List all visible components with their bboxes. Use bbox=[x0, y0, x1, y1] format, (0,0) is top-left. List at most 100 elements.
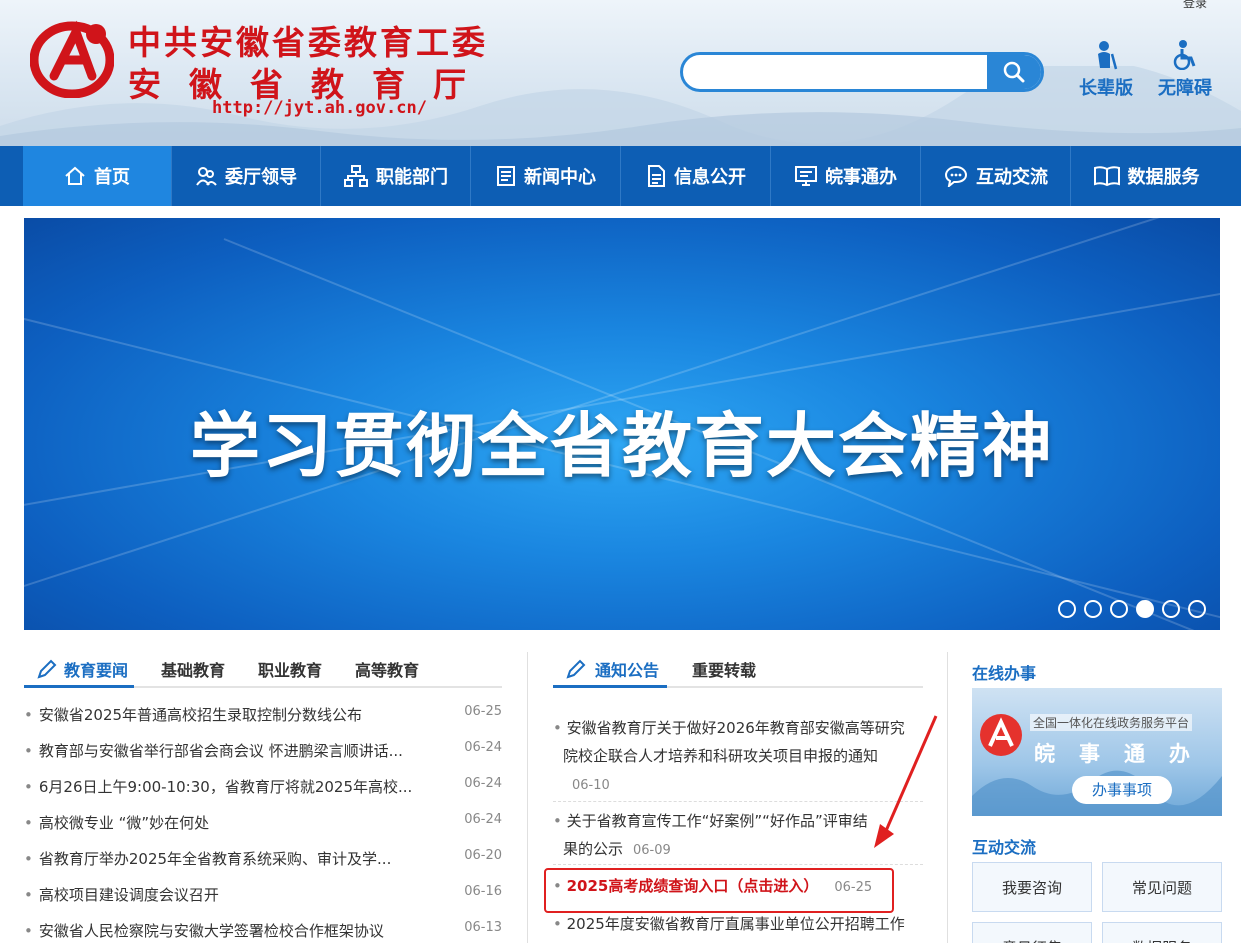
notice-title: 关于省教育宣传工作“好案例”“好作品”评审结 bbox=[566, 812, 868, 830]
news-item[interactable]: • 高校项目建设调度会议召开 06-16 bbox=[24, 884, 502, 905]
monitor-icon bbox=[795, 166, 817, 186]
service-platform-label: 全国一体化在线政务服务平台 bbox=[1030, 714, 1193, 731]
search-button[interactable] bbox=[987, 55, 1041, 89]
carousel-dot[interactable] bbox=[1084, 600, 1102, 618]
tab-higher-education[interactable]: 高等教育 bbox=[355, 657, 419, 681]
nav-interaction[interactable]: 互动交流 bbox=[922, 146, 1071, 206]
news-date: 06-25 bbox=[464, 704, 502, 719]
news-date: 06-20 bbox=[464, 848, 502, 863]
elder-mode-button[interactable]: 长辈版 bbox=[1074, 40, 1138, 100]
carousel-dot[interactable] bbox=[1110, 600, 1128, 618]
tab-notices[interactable]: 通知公告 bbox=[595, 657, 659, 681]
news-icon bbox=[497, 166, 515, 186]
news-item[interactable]: • 高校微专业 “微”妙在何处 06-24 bbox=[24, 812, 502, 833]
active-tab-underline bbox=[553, 685, 667, 688]
nav-leaders-label: 委厅领导 bbox=[225, 167, 297, 188]
search-icon bbox=[1003, 61, 1025, 83]
news-title: 高校微专业 “微”妙在何处 bbox=[38, 814, 210, 832]
nav-wanshitong[interactable]: 皖事通办 bbox=[772, 146, 921, 206]
interaction-title: 互动交流 bbox=[972, 838, 1037, 857]
news-date: 06-24 bbox=[464, 740, 502, 755]
highlight-box bbox=[544, 868, 894, 913]
opinion-button[interactable]: 意见征集 bbox=[972, 922, 1092, 943]
search-input[interactable] bbox=[691, 55, 986, 89]
carousel-dot[interactable] bbox=[1058, 600, 1076, 618]
accessibility-button[interactable]: 无障碍 bbox=[1153, 40, 1217, 100]
nav-news-label: 新闻中心 bbox=[524, 167, 596, 188]
wanshitong-service-card[interactable]: 全国一体化在线政务服务平台 皖事通办 办事事项 bbox=[972, 688, 1222, 816]
nav-departments-label: 职能部门 bbox=[376, 167, 448, 188]
news-title: 教育部与安徽省举行部省会商会议 怀进鹏梁言顺讲话... bbox=[38, 742, 403, 760]
news-date: 06-16 bbox=[464, 884, 502, 899]
nav-info-label: 信息公开 bbox=[674, 167, 746, 188]
education-logo-icon[interactable] bbox=[30, 14, 114, 98]
site-title-cpc: 中共安徽省委教育工委 bbox=[128, 23, 488, 62]
active-tab-underline bbox=[24, 685, 134, 688]
leaders-icon bbox=[196, 167, 217, 186]
home-icon bbox=[65, 166, 85, 185]
pencil-icon bbox=[37, 659, 57, 679]
nav-data-services[interactable]: 数据服务 bbox=[1072, 146, 1221, 206]
news-title: 高校项目建设调度会议召开 bbox=[38, 886, 219, 904]
carousel-dot-active[interactable] bbox=[1136, 600, 1154, 618]
news-title: 安徽省2025年普通高校招生录取控制分数线公布 bbox=[38, 706, 363, 724]
notice-item[interactable]: • 安徽省教育厅关于做好2026年教育部安徽高等研究 院校企联合人才培养和科研攻… bbox=[553, 714, 923, 802]
government-service-logo-icon bbox=[980, 714, 1022, 756]
wheelchair-icon bbox=[1173, 40, 1196, 70]
data-service-button[interactable]: 数据服务 bbox=[1102, 922, 1222, 943]
banner-title: 学习贯彻全省教育大会精神 bbox=[190, 405, 1054, 487]
nav-info-disclosure[interactable]: 信息公开 bbox=[622, 146, 771, 206]
online-services-title: 在线办事 bbox=[972, 664, 1037, 683]
notice-item[interactable]: • 关于省教育宣传工作“好案例”“好作品”评审结 果的公示 06-09 bbox=[553, 807, 923, 865]
service-name: 皖事通办 bbox=[1034, 742, 1214, 766]
faq-button[interactable]: 常见问题 bbox=[1102, 862, 1222, 912]
nav-wanshitong-label: 皖事通办 bbox=[825, 167, 897, 188]
news-item[interactable]: • 教育部与安徽省举行部省会商会议 怀进鹏梁言顺讲话... 06-24 bbox=[24, 740, 502, 761]
carousel-dot[interactable] bbox=[1188, 600, 1206, 618]
news-date: 06-13 bbox=[464, 920, 502, 935]
document-icon bbox=[648, 165, 665, 187]
nav-news[interactable]: 新闻中心 bbox=[472, 146, 621, 206]
news-title: 省教育厅举办2025年全省教育系统采购、审计及学... bbox=[38, 850, 392, 868]
consult-button[interactable]: 我要咨询 bbox=[972, 862, 1092, 912]
notice-title: 2025年度安徽省教育厅直属事业单位公开招聘工作 bbox=[566, 915, 905, 933]
nav-home[interactable]: 首页 bbox=[23, 146, 172, 206]
book-icon bbox=[1093, 166, 1120, 187]
nav-interaction-label: 互动交流 bbox=[976, 167, 1048, 188]
nav-data-label: 数据服务 bbox=[1127, 167, 1200, 188]
news-title: 6月26日上午9:00-10:30，省教育厅将就2025年高校... bbox=[38, 778, 413, 796]
nav-leaders[interactable]: 委厅领导 bbox=[172, 146, 321, 206]
nav-departments[interactable]: 职能部门 bbox=[322, 146, 471, 206]
service-items-button[interactable]: 办事事项 bbox=[1072, 776, 1172, 804]
news-item[interactable]: • 省教育厅举办2025年全省教育系统采购、审计及学... 06-20 bbox=[24, 848, 502, 869]
tab-basic-education[interactable]: 基础教育 bbox=[161, 657, 225, 681]
accessibility-label: 无障碍 bbox=[1158, 78, 1212, 99]
site-header: 中共安徽省委教育工委 安徽省教育厅 http://jyt.ah.gov.cn/ … bbox=[0, 0, 1241, 146]
column-divider bbox=[527, 652, 528, 943]
notice-title: 安徽省教育厅关于做好2026年教育部安徽高等研究 bbox=[566, 719, 905, 737]
notice-title-cont: 果的公示 bbox=[563, 840, 624, 858]
login-link[interactable]: 登录 bbox=[1183, 0, 1207, 11]
elder-icon bbox=[1098, 41, 1118, 70]
tab-reprints[interactable]: 重要转载 bbox=[692, 657, 756, 681]
news-date: 06-24 bbox=[464, 776, 502, 791]
carousel-dots bbox=[1058, 600, 1206, 618]
notice-date: 06-09 bbox=[633, 843, 671, 858]
carousel-dot[interactable] bbox=[1162, 600, 1180, 618]
news-item[interactable]: • 6月26日上午9:00-10:30，省教育厅将就2025年高校... 06-24 bbox=[24, 776, 502, 797]
tab-vocational-education[interactable]: 职业教育 bbox=[258, 657, 322, 681]
banner-carousel[interactable]: 学习贯彻全省教育大会精神 bbox=[24, 218, 1220, 630]
pencil-icon bbox=[566, 659, 586, 679]
site-url: http://jyt.ah.gov.cn/ bbox=[212, 98, 427, 118]
news-tabs: 教育要闻 基础教育 职业教育 高等教育 bbox=[24, 652, 502, 688]
news-item[interactable]: • 安徽省人民检察院与安徽大学签署检校合作框架协议 06-13 bbox=[24, 920, 502, 941]
elder-mode-label: 长辈版 bbox=[1079, 78, 1133, 99]
notice-date: 06-10 bbox=[572, 778, 610, 793]
main-nav: 首页 委厅领导 职能部门 新闻中心 信息公开 皖事通办 互动交流 数据服务 bbox=[0, 146, 1241, 206]
notice-item[interactable]: • 2025年度安徽省教育厅直属事业单位公开招聘工作 bbox=[553, 910, 923, 943]
news-item[interactable]: • 安徽省2025年普通高校招生录取控制分数线公布 06-25 bbox=[24, 704, 502, 725]
news-date: 06-24 bbox=[464, 812, 502, 827]
tab-education-news[interactable]: 教育要闻 bbox=[64, 657, 128, 681]
news-title: 安徽省人民检察院与安徽大学签署检校合作框架协议 bbox=[38, 922, 384, 940]
column-divider bbox=[947, 652, 948, 943]
